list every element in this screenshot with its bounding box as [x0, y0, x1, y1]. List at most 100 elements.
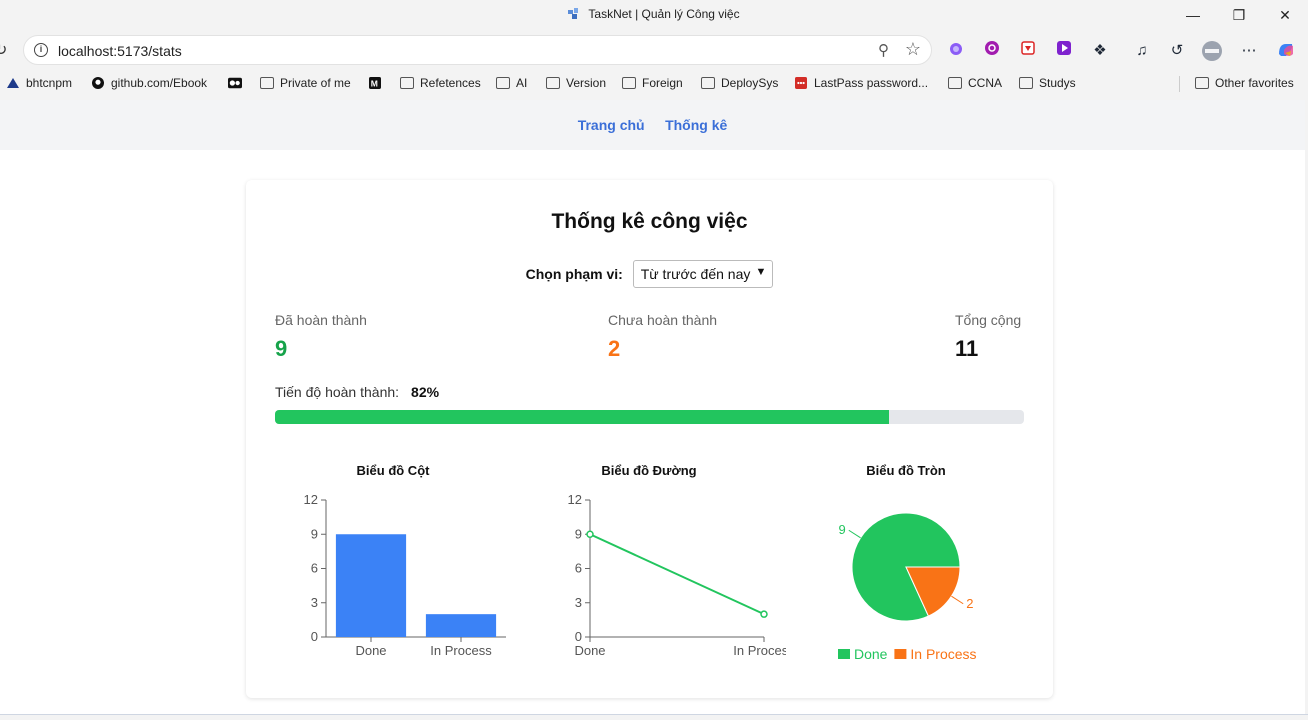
- y-tick-label: 9: [575, 526, 582, 541]
- pie-value-label: 9: [839, 522, 846, 537]
- pie-label-line: [951, 595, 964, 605]
- x-tick-label: Done: [574, 643, 605, 658]
- close-window-button[interactable]: ✕: [1262, 0, 1308, 30]
- range-select-value: Từ trước đến nay: [640, 266, 751, 282]
- more-menu-icon[interactable]: ⋯: [1238, 40, 1260, 62]
- legend-swatch: [894, 649, 907, 659]
- folder-icon: [1019, 77, 1033, 89]
- extension-shield-icon[interactable]: [1017, 40, 1039, 62]
- done-count: 9: [275, 336, 288, 361]
- pie-chart: 9 2 Done In Process: [838, 512, 977, 662]
- y-tick-label: 3: [311, 595, 318, 610]
- bookmark-item[interactable]: CCNA: [948, 76, 1002, 90]
- bookmark-label: Refetences: [420, 76, 481, 90]
- y-tick-label: 0: [311, 629, 318, 644]
- extensions-puzzle-icon[interactable]: ❖: [1089, 40, 1111, 62]
- y-tick-label: 9: [311, 526, 318, 541]
- url-text[interactable]: localhost:5173/stats: [58, 43, 182, 59]
- reload-icon[interactable]: ↻: [0, 40, 7, 60]
- pending-count: 2: [608, 336, 621, 361]
- bookmark-label: github.com/Ebook: [111, 76, 208, 90]
- pie-value-label: 2: [966, 596, 973, 611]
- bookmark-label: Studys: [1039, 76, 1076, 90]
- bookmark-item[interactable]: bhtcnpm: [6, 76, 72, 90]
- bookmark-item[interactable]: Refetences: [400, 76, 481, 90]
- bookmark-site-icon: [7, 78, 19, 88]
- bookmark-item[interactable]: [228, 76, 248, 90]
- copilot-icon[interactable]: [1275, 40, 1297, 62]
- window-title: TaskNet | Quản lý Công việc: [0, 7, 1308, 21]
- bookmark-label: AI: [516, 76, 528, 90]
- folder-icon: [400, 77, 414, 89]
- bookmark-item[interactable]: M: [368, 76, 388, 90]
- line-chart: 0 3 6 9 12 Done In Process: [568, 492, 786, 658]
- bookmarks-divider: [1179, 76, 1180, 92]
- extension-purple-icon[interactable]: [945, 40, 967, 62]
- pending-stat: Chưa hoàn thành 2: [608, 312, 717, 362]
- progress-label: Tiến độ hoàn thành:: [275, 384, 400, 400]
- progress-track: [275, 410, 1024, 424]
- y-tick-label: 6: [575, 561, 582, 576]
- legend-label: Done: [854, 646, 888, 662]
- address-bar[interactable]: i localhost:5173/stats ⚲ ☆: [23, 35, 932, 65]
- window-title-text: TaskNet | Quản lý Công việc: [588, 7, 740, 21]
- y-tick-label: 3: [575, 595, 582, 610]
- history-icon[interactable]: ↺: [1166, 40, 1188, 62]
- line-series: [589, 533, 765, 616]
- bar-chart-title: Biểu đồ Cột: [356, 463, 430, 478]
- bar-chart: 0 3 6 9 12 Done In Process: [304, 492, 506, 658]
- x-tick-label: In Process: [430, 643, 492, 658]
- chevron-down-icon: ▼: [755, 266, 767, 278]
- line-point: [760, 610, 768, 618]
- legend-swatch: [838, 649, 850, 659]
- stats-card: Thống kê công việc Chọn phạm vi: Từ trướ…: [246, 180, 1053, 698]
- minimize-button[interactable]: —: [1170, 0, 1216, 30]
- bookmarks-bar: bhtcnpm github.com/Ebook Private of me M…: [0, 70, 1308, 98]
- bookmark-label: Foreign: [642, 76, 683, 90]
- nav-home-link[interactable]: Trang chủ: [578, 117, 645, 133]
- pie-chart-title: Biểu đồ Tròn: [866, 463, 946, 478]
- progress-percent: 82%: [411, 384, 440, 400]
- total-count: 11: [955, 336, 979, 361]
- bookmark-label: Private of me: [280, 76, 351, 90]
- other-favorites[interactable]: Other favorites: [1195, 76, 1294, 90]
- bookmark-item[interactable]: Private of me: [260, 76, 351, 90]
- bookmark-item[interactable]: Version: [546, 76, 606, 90]
- bookmark-label: CCNA: [968, 76, 1003, 90]
- window-titlebar: TaskNet | Quản lý Công việc — ❐ ✕: [0, 0, 1308, 30]
- done-label: Đã hoàn thành: [275, 312, 367, 328]
- window-bottom-edge: [0, 714, 1308, 720]
- bookmark-item[interactable]: AI: [496, 76, 527, 90]
- total-label: Tổng cộng: [955, 312, 1022, 328]
- folder-icon: [260, 77, 274, 89]
- bookmark-label: Other favorites: [1215, 76, 1294, 90]
- range-select[interactable]: Từ trước đến nay ▼: [632, 260, 774, 288]
- zoom-icon[interactable]: ⚲: [878, 41, 889, 59]
- x-tick-label: In Process: [733, 643, 786, 658]
- app-navbar: Trang chủ Thống kê: [0, 100, 1305, 150]
- lastpass-icon: [795, 77, 807, 89]
- bookmark-item[interactable]: Studys: [1019, 76, 1076, 90]
- site-info-icon[interactable]: i: [34, 43, 48, 57]
- bookmark-item[interactable]: DeploySys: [701, 76, 778, 90]
- bookmark-item[interactable]: Foreign: [622, 76, 683, 90]
- profile-avatar[interactable]: [1201, 40, 1223, 62]
- y-tick-label: 6: [311, 561, 318, 576]
- extension-play-icon[interactable]: [1053, 40, 1075, 62]
- restore-button[interactable]: ❐: [1216, 0, 1262, 30]
- folder-icon: [622, 77, 636, 89]
- favorite-star-icon[interactable]: ☆: [905, 39, 921, 60]
- page-viewport: Trang chủ Thống kê Thống kê công việc Ch…: [0, 100, 1305, 714]
- bookmark-item[interactable]: LastPass password...: [794, 76, 928, 90]
- y-tick-label: 12: [304, 492, 318, 507]
- media-control-icon[interactable]: ♫: [1131, 40, 1153, 62]
- extension-globe-icon[interactable]: [981, 40, 1003, 62]
- folder-icon: [948, 77, 962, 89]
- x-tick-label: Done: [355, 643, 386, 658]
- range-selector: Chọn phạm vi: Từ trước đến nay ▼: [246, 260, 1053, 288]
- folder-icon: [546, 77, 560, 89]
- total-stat: Tổng cộng 11: [955, 312, 1021, 362]
- app-icon: [568, 8, 579, 19]
- bookmark-item[interactable]: github.com/Ebook: [91, 76, 207, 90]
- nav-stats-link[interactable]: Thống kê: [665, 117, 727, 133]
